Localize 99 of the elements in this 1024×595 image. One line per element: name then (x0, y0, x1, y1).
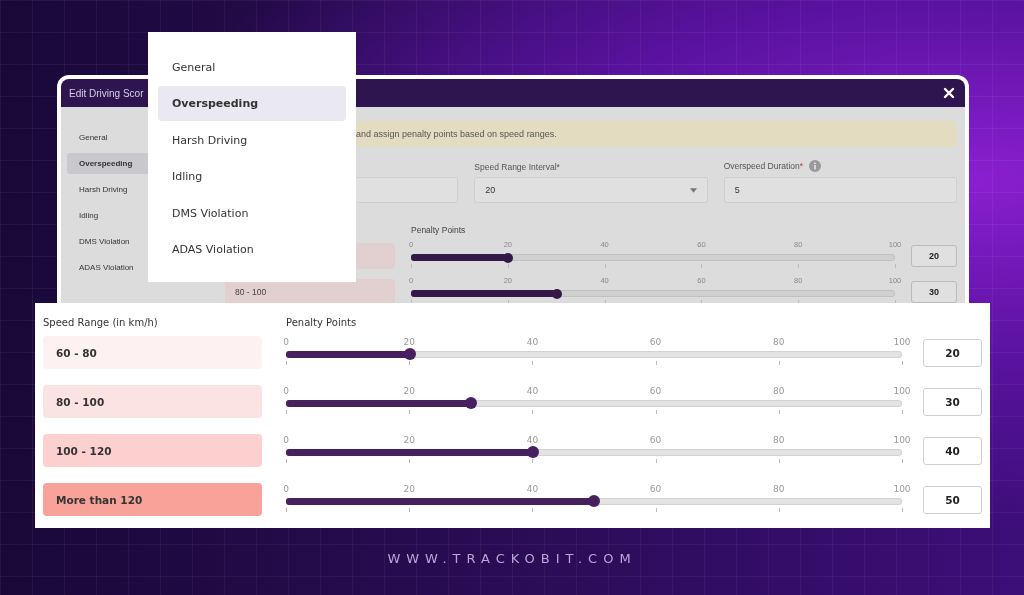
tick-mark (798, 264, 800, 268)
scale-label: 0 (283, 386, 289, 396)
slider-thumb[interactable] (588, 495, 600, 507)
value-field[interactable]: 20 (911, 245, 957, 267)
scale-label: 40 (526, 337, 539, 347)
value-field[interactable]: 50 (923, 485, 982, 514)
scale-label: 100 (893, 337, 911, 347)
tick-mark (411, 264, 412, 268)
menu-item[interactable]: General (158, 50, 346, 85)
scale-label: 100 (893, 435, 911, 445)
tick-mark (902, 360, 903, 365)
slider-track[interactable] (286, 497, 902, 505)
tick-mark (532, 409, 534, 414)
tick-mark (507, 264, 509, 268)
slider-thumb[interactable] (465, 397, 478, 409)
website-url: WWW.TRACKOBIT.COM (386, 551, 638, 566)
tick-mark (532, 458, 534, 463)
scale-label: 60 (649, 484, 662, 494)
scale-label: 40 (526, 484, 539, 494)
speed-range-chip: 100 - 120 (43, 434, 262, 467)
value-field[interactable]: 30 (923, 387, 982, 416)
tick-mark (532, 507, 534, 512)
notice-text: and assign penalty points based on speed ranges. (356, 129, 557, 139)
tick-mark (902, 458, 903, 463)
scale-label: 80 (773, 484, 785, 494)
field-label: Overspeed Duration (723, 161, 800, 171)
scale-label: 20 (403, 337, 415, 347)
tick-mark (778, 360, 780, 365)
slider-thumb[interactable] (503, 252, 514, 263)
speed-range-chip: More than 120 (43, 483, 262, 516)
value-field[interactable]: 20 (923, 338, 982, 367)
speed-range-chip: 80 - 100 (43, 385, 262, 418)
slider-track[interactable] (411, 254, 895, 261)
tick-mark (411, 300, 412, 304)
scale-label: 0 (283, 337, 289, 347)
tick-mark (895, 264, 896, 268)
tick-mark (798, 300, 800, 304)
scale-label: 20 (403, 435, 415, 445)
tick-mark (655, 458, 657, 463)
tick-mark (532, 360, 534, 365)
slider-track[interactable] (286, 350, 902, 358)
tick-mark (902, 507, 903, 512)
slider-track[interactable] (411, 290, 895, 297)
tick-mark (778, 507, 780, 512)
tick-mark (286, 507, 287, 512)
tick-mark (286, 360, 287, 365)
scale-label: 40 (526, 435, 539, 445)
tick-mark (286, 458, 287, 463)
scale-label: 80 (773, 386, 785, 396)
column-header: Penalty Points (286, 317, 358, 328)
input-field[interactable]: 5 (723, 177, 957, 203)
column-header: Speed Range (in km/h) (43, 317, 159, 328)
scale-label: 80 (773, 337, 785, 347)
required-mark: * (799, 161, 804, 171)
menu-item[interactable]: DMS Violation (158, 195, 346, 231)
window-title: Edit Driving Scor (69, 87, 144, 99)
slider-track[interactable] (286, 448, 902, 456)
menu-item[interactable]: ADAS Violation (158, 231, 346, 267)
slider-track[interactable] (286, 399, 902, 407)
speed-range-chip: 60 - 80 (43, 336, 262, 369)
tick-mark (604, 300, 606, 304)
slider-thumb[interactable] (551, 288, 562, 299)
tick-mark (778, 409, 780, 414)
value-field[interactable]: 30 (911, 281, 957, 303)
select-field[interactable]: 20 (474, 177, 708, 203)
value-field[interactable]: 40 (923, 436, 982, 465)
tick-mark (655, 409, 657, 414)
scale-label: 60 (649, 386, 662, 396)
tick-mark (902, 409, 903, 414)
tick-mark (895, 300, 896, 304)
slider-thumb[interactable] (526, 446, 539, 458)
scale-label: 20 (403, 484, 415, 494)
slider-thumb[interactable] (403, 348, 416, 360)
tick-mark (655, 360, 657, 365)
column-header: Penalty Points (411, 225, 467, 235)
caret-icon (689, 187, 697, 193)
scale-label: 60 (649, 435, 662, 445)
scale-label: 40 (526, 386, 539, 396)
tick-mark (409, 458, 411, 463)
scale-label: 80 (773, 435, 785, 445)
scale-label: 20 (403, 386, 415, 396)
scale-label: 0 (283, 484, 289, 494)
tick-mark (655, 507, 657, 512)
scale-label: 60 (649, 337, 662, 347)
menu-item[interactable]: Overspeeding (158, 86, 346, 122)
tick-mark (409, 507, 411, 512)
scale-label: 0 (283, 435, 289, 445)
tick-mark (507, 300, 509, 304)
tick-mark (701, 264, 703, 268)
tick-mark (604, 264, 606, 268)
close-icon[interactable] (943, 87, 955, 99)
field-label: Speed Range Interval (474, 162, 557, 172)
tick-mark (701, 300, 703, 304)
tick-mark (409, 409, 411, 414)
tick-mark (409, 360, 411, 365)
tick-mark (778, 458, 780, 463)
tick-mark (286, 409, 287, 414)
scale-label: 100 (893, 386, 911, 396)
scale-label: 100 (893, 484, 911, 494)
